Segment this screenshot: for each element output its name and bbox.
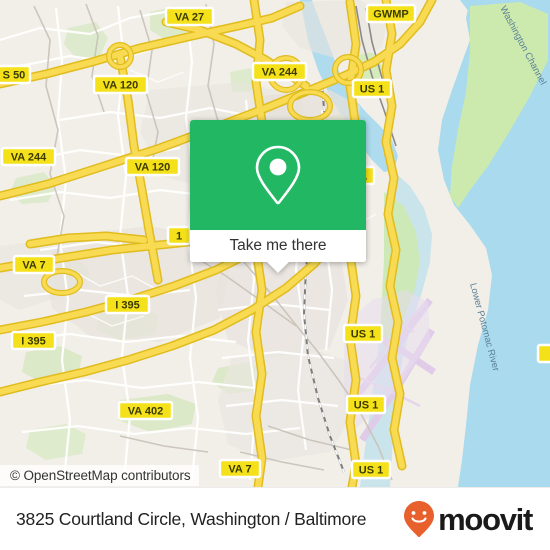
shield-label: US 1 <box>351 329 375 341</box>
road-shield: S 50 <box>0 64 32 85</box>
popup-header <box>190 120 366 230</box>
shield-label: VA 402 <box>128 406 163 418</box>
road-shield: VA 244 <box>0 146 57 167</box>
shield-label: VA 7 <box>22 260 45 272</box>
map-screenshot-root: Washington Channel Lower Potomac River V… <box>0 0 550 550</box>
shield-label: US 1 <box>360 84 384 96</box>
moovit-wordmark: moovit <box>438 501 533 537</box>
address-label: 3825 Courtland Circle, Washington / Balt… <box>16 508 367 529</box>
shield-label: VA 7 <box>228 464 251 476</box>
moovit-pin-icon <box>404 501 435 538</box>
road-shield: VA 244 <box>251 61 308 82</box>
road-shield: US 1 <box>350 459 392 480</box>
road-shield: VA 7 <box>218 458 262 479</box>
shield-label: VA 27 <box>175 12 204 24</box>
popup-pointer-tip <box>267 262 289 273</box>
location-pin-icon <box>255 145 301 205</box>
shield-label: 1 <box>176 231 182 243</box>
shield-label: GWMP <box>373 9 408 21</box>
road-shield: US 1 <box>342 323 384 344</box>
shield-label: US 1 <box>354 400 378 412</box>
shield-label: I 395 <box>115 300 139 312</box>
road-shield: VA 402 <box>117 400 174 421</box>
location-popup-card[interactable]: Take me there <box>190 120 366 273</box>
take-me-there-label: Take me there <box>229 237 327 254</box>
road-shield: US 1 <box>345 394 387 415</box>
shield-label: I 395 <box>21 336 45 348</box>
moovit-logo[interactable]: moovit <box>402 500 533 538</box>
road-shield: VA 120 <box>92 74 149 95</box>
osm-attribution[interactable]: © OpenStreetMap contributors <box>0 465 199 486</box>
road-shield-clipped <box>536 343 550 364</box>
road-shield: US 1 <box>351 78 393 99</box>
popup-footer[interactable]: Take me there <box>190 230 366 262</box>
road-shield: I 395 <box>10 330 57 351</box>
road-shield: 1 <box>166 225 192 246</box>
road-shield: VA 7 <box>12 254 56 275</box>
road-shield: VA 120 <box>124 156 181 177</box>
footer-bar: 3825 Courtland Circle, Washington / Balt… <box>0 487 550 550</box>
road-shield: VA 27 <box>164 6 215 27</box>
shield-label: VA 244 <box>11 152 47 164</box>
popup-body: Take me there <box>190 120 366 262</box>
shield-label: VA 120 <box>135 162 170 174</box>
shield-label: VA 244 <box>262 67 298 79</box>
shield-label: S 50 <box>3 70 26 82</box>
road-shield: GWMP <box>365 3 417 24</box>
shield-label: VA 120 <box>103 80 138 92</box>
road-shield: I 395 <box>104 294 151 315</box>
shield-label: US 1 <box>359 465 383 477</box>
